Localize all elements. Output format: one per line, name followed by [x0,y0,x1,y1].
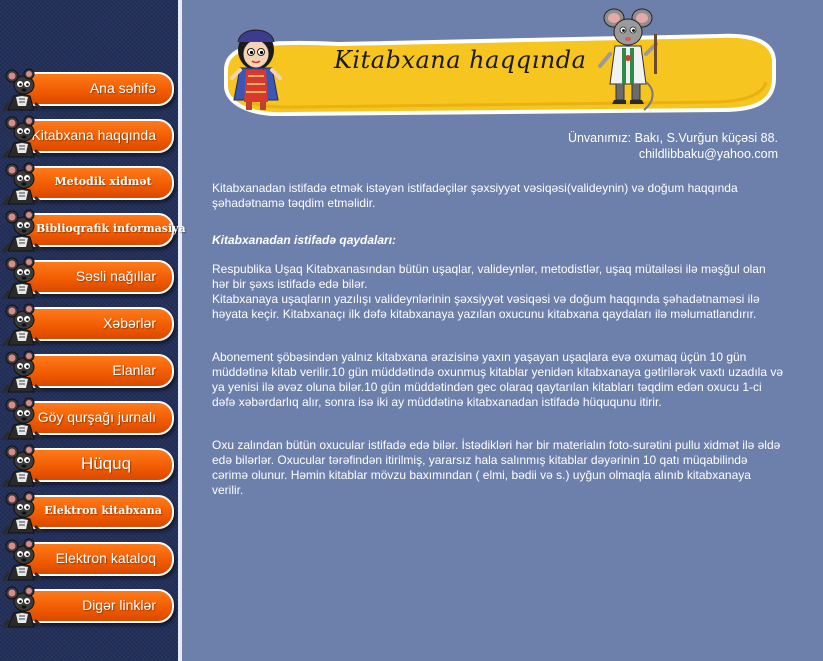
sidebar-divider [178,0,182,661]
page-title: Kitabxana haqqında [334,46,587,74]
sidebar-item-2[interactable]: Metodik xidmət [0,160,176,206]
sidebar-item-9[interactable]: Elektron kitabxana [0,489,176,535]
sidebar-item-label: Xəbərlər [103,315,156,331]
sidebar-item-label: Elektron kitabxana [44,504,162,517]
mouse-doctor-illustration [598,8,658,111]
mouse-mascot-icon [2,491,42,535]
sidebar-item-label: Göy qurşağı jurnalı [37,409,156,425]
sidebar-item-7[interactable]: Göy qurşağı jurnalı [0,395,176,441]
sidebar-item-11[interactable]: Digər linklər [0,583,176,629]
main-content: Kitabxanadan istifadə etmək istəyən isti… [212,181,784,498]
mouse-mascot-icon [2,350,42,394]
mouse-mascot-icon [2,444,42,488]
sidebar-item-6[interactable]: Elanlar [0,348,176,394]
sidebar-item-label: Digər linklər [82,597,156,613]
sidebar-item-1[interactable]: Kitabxana haqqında [0,113,176,159]
sidebar-item-label: Kitabxana haqqında [31,127,156,143]
mouse-mascot-icon [2,538,42,582]
rule-paragraph-1: Respublika Uşaq Kitabxanasından bütün uş… [212,262,766,291]
sidebar-item-5[interactable]: Xəbərlər [0,301,176,347]
rule-paragraph-3: Abonement şöbəsindən yalnız kitabxana ər… [212,350,783,409]
sidebar-item-label: Hüquq [80,454,132,473]
sidebar-item-label: Elanlar [112,362,156,378]
contact-address: Ünvanımız: Bakı, S.Vurğun küçəsi 88. chi… [568,130,778,162]
sidebar-item-label: Elektron kataloq [55,550,156,566]
girl-illustration [230,29,282,110]
email-link[interactable]: childlibbaku@yahoo.com [568,146,778,162]
mouse-mascot-icon [2,209,42,253]
sidebar-item-label: Biblioqrafik informasiya [36,222,186,235]
rule-paragraph-2: Kitabxanaya uşaqların yazılışı valideynl… [212,292,760,321]
mouse-mascot-icon [2,303,42,347]
mouse-mascot-icon [2,397,42,441]
sidebar-item-3[interactable]: Biblioqrafik informasiya [0,207,186,253]
mouse-mascot-icon [2,585,42,629]
mouse-mascot-icon [2,162,42,206]
address-line: Ünvanımız: Bakı, S.Vurğun küçəsi 88. [567,131,778,145]
rule-paragraph-4: Oxu zalından bütün oxucular istifadə edə… [212,438,781,497]
sidebar-item-8[interactable]: Hüquq [0,442,176,488]
sidebar-item-0[interactable]: Ana səhifə [0,66,176,112]
mouse-mascot-icon [2,115,42,159]
sidebar-item-4[interactable]: Səsli nağıllar [0,254,176,300]
mouse-mascot-icon [2,256,42,300]
sidebar-item-10[interactable]: Elektron kataloq [0,536,176,582]
sidebar-item-label: Səsli nağıllar [75,268,156,284]
sidebar-item-label: Metodik xidmət [54,175,152,188]
sidebar-item-label: Ana səhifə [89,80,156,96]
mouse-mascot-icon [2,68,42,112]
intro-paragraph: Kitabxanadan istifadə etmək istəyən isti… [212,181,738,210]
rules-heading: Kitabxanadan istifadə qaydaları: [212,233,397,247]
